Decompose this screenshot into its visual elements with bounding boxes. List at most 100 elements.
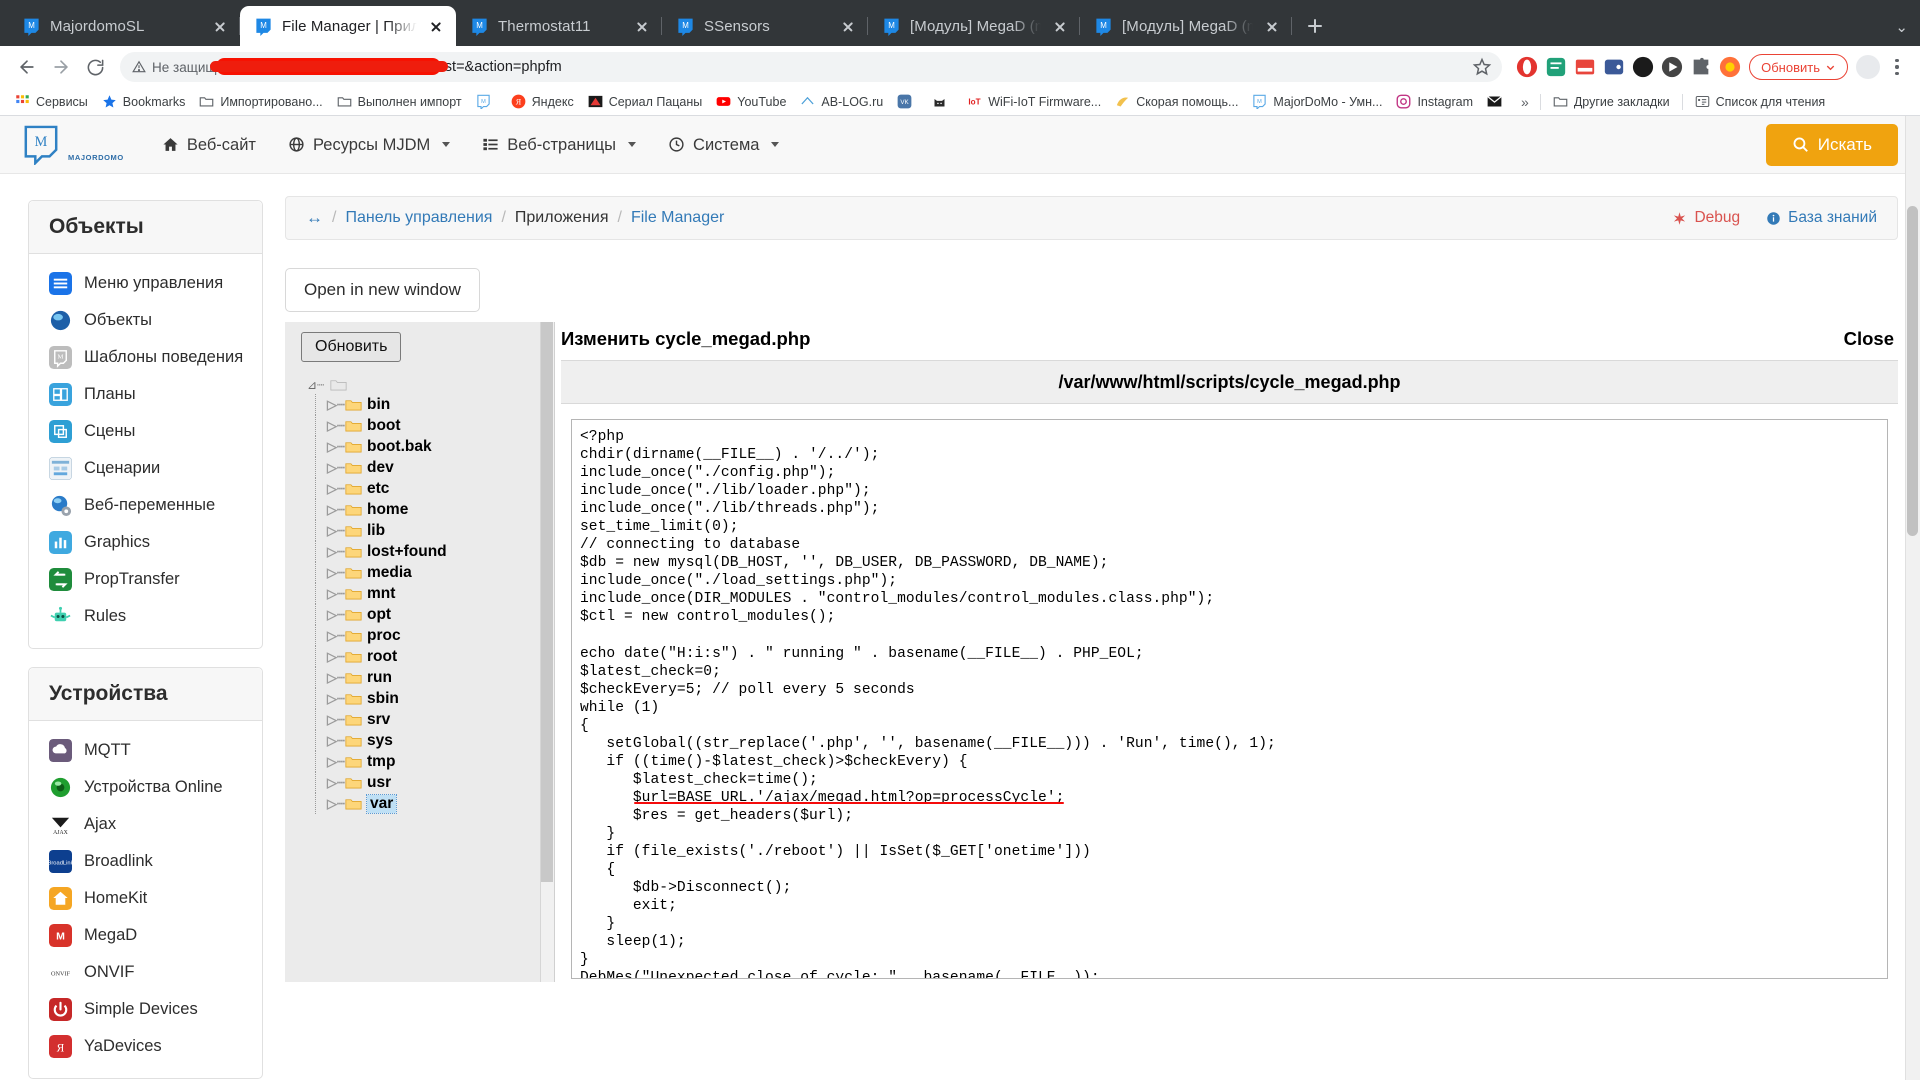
sidebar-item-simple-devices[interactable]: Simple Devices: [29, 991, 262, 1028]
sidebar-item-onvif[interactable]: ONVIF ONVIF: [29, 954, 262, 991]
tree-scrollbar-thumb[interactable]: [541, 322, 553, 882]
search-button[interactable]: Искать: [1766, 124, 1898, 166]
opera-extension-icon[interactable]: [1516, 56, 1538, 78]
sidebar-item-scripts[interactable]: Сценарии: [29, 450, 262, 487]
sidebar-item-homekit[interactable]: HomeKit: [29, 880, 262, 917]
tree-expander-icon[interactable]: ▷┈: [327, 481, 340, 497]
bookmark-bookmarks[interactable]: Bookmarks: [95, 92, 193, 111]
tree-item-root[interactable]: ▷┈root: [299, 646, 554, 667]
app-logo[interactable]: M MAJORDOMO: [22, 125, 124, 165]
tree-expander-icon[interactable]: ▷┈: [327, 670, 340, 686]
close-icon[interactable]: [1262, 16, 1282, 36]
tree-item-media[interactable]: ▷┈media: [299, 562, 554, 583]
sidebar-item-plans[interactable]: Планы: [29, 376, 262, 413]
tree-item-mnt[interactable]: ▷┈mnt: [299, 583, 554, 604]
wallet-extension-icon[interactable]: [1603, 56, 1625, 78]
close-icon[interactable]: [838, 16, 858, 36]
tree-expander-icon[interactable]: ▷┈: [327, 460, 340, 476]
sidebar-item-megad[interactable]: M MegaD: [29, 917, 262, 954]
tree-item-boot[interactable]: ▷┈boot: [299, 415, 554, 436]
sidebar-item-objects[interactable]: Объекты: [29, 302, 262, 339]
tree-expander-icon[interactable]: ▷┈: [327, 544, 340, 560]
tree-expander-icon[interactable]: ▷┈: [327, 712, 340, 728]
tree-item-bin[interactable]: ▷┈bin: [299, 394, 554, 415]
chrome-menu-icon[interactable]: [1884, 59, 1910, 75]
bookmarks-overflow-button[interactable]: »: [1515, 92, 1535, 112]
tree-expander-icon[interactable]: ▷┈: [327, 691, 340, 707]
sidebar-item-control-menu[interactable]: Меню управления: [29, 265, 262, 302]
nav-item-resources[interactable]: Ресурсы MJDM: [272, 116, 466, 174]
sidebar-item-ajax[interactable]: AJAX Ajax: [29, 806, 262, 843]
page-scrollbar[interactable]: [1905, 116, 1920, 1080]
tree-item-proc[interactable]: ▷┈proc: [299, 625, 554, 646]
close-icon[interactable]: [1050, 16, 1070, 36]
bookmark-imported[interactable]: Импортировано...: [192, 92, 329, 111]
nav-item-webpages[interactable]: Веб-страницы: [466, 116, 652, 174]
back-icon[interactable]: [10, 50, 44, 84]
tree-expander-icon[interactable]: ▷┈: [327, 565, 340, 581]
tree-expander-icon[interactable]: ▷┈: [327, 607, 340, 623]
tree-expander-icon[interactable]: ▷┈: [327, 502, 340, 518]
bookmark-apps[interactable]: Сервисы: [8, 92, 95, 111]
new-tab-button[interactable]: [1298, 9, 1332, 43]
window-controls[interactable]: ⌄: [1895, 18, 1908, 36]
refresh-button[interactable]: Обновить: [301, 332, 401, 362]
sidebar-item-behavior-templates[interactable]: M Шаблоны поведения: [29, 339, 262, 376]
bookmark-serial[interactable]: Сериал Пацаны: [581, 92, 710, 111]
address-bar[interactable]: Не защищено dmin.php?pd=&md=panel&inst=&…: [120, 52, 1502, 82]
close-icon[interactable]: [210, 16, 230, 36]
code-content[interactable]: <?php chdir(dirname(__FILE__) . '/../');…: [572, 420, 1887, 979]
bookmark-star-icon[interactable]: [1472, 57, 1492, 77]
sidebar-item-rules[interactable]: Rules: [29, 598, 262, 635]
sidebar-item-proptransfer[interactable]: PropTransfer: [29, 561, 262, 598]
forward-icon[interactable]: [44, 50, 78, 84]
bookmark-youtube[interactable]: YouTube: [709, 92, 793, 111]
bookmark-ablog[interactable]: AB-LOG.ru: [793, 92, 890, 111]
bookmark-ambulance[interactable]: Скорая помощь...: [1108, 92, 1245, 111]
bookmark-instagram[interactable]: Instagram: [1389, 92, 1480, 111]
coupon-extension-icon[interactable]: [1574, 56, 1596, 78]
close-icon[interactable]: [426, 16, 446, 36]
tree-item-lib[interactable]: ▷┈lib: [299, 520, 554, 541]
breadcrumb-item-dashboard[interactable]: Панель управления: [345, 209, 492, 227]
tree-item-lost-found[interactable]: ▷┈lost+found: [299, 541, 554, 562]
tree-scrollbar[interactable]: [540, 322, 554, 982]
sidebar-item-devices-online[interactable]: Устройства Online: [29, 769, 262, 806]
tree-item-etc[interactable]: ▷┈etc: [299, 478, 554, 499]
reload-icon[interactable]: [78, 50, 112, 84]
breadcrumb-item-filemanager[interactable]: File Manager: [631, 209, 724, 227]
sidebar-item-graphics[interactable]: Graphics: [29, 524, 262, 561]
tree-expander-icon[interactable]: ▷┈: [327, 439, 340, 455]
browser-tab-2[interactable]: M Thermostat11: [456, 6, 662, 46]
page-scrollbar-thumb[interactable]: [1907, 206, 1918, 536]
tree-item-run[interactable]: ▷┈run: [299, 667, 554, 688]
breadcrumb-item-apps[interactable]: Приложения: [515, 209, 609, 227]
bookmark-vk[interactable]: VK: [890, 92, 925, 111]
tree-expander-icon[interactable]: ▷┈: [327, 649, 340, 665]
update-button[interactable]: Обновить: [1749, 54, 1848, 80]
puzzle-extension-icon[interactable]: [1690, 56, 1712, 78]
tree-expander-icon[interactable]: ▷┈: [327, 754, 340, 770]
firefox-extension-icon[interactable]: [1719, 56, 1741, 78]
tree-expander-icon[interactable]: ▷┈: [327, 628, 340, 644]
bookmark-wifi-iot[interactable]: IoT WiFi-IoT Firmware...: [960, 92, 1108, 111]
arrows-horizontal-icon[interactable]: ↔: [306, 208, 323, 228]
tree-item-home[interactable]: ▷┈home: [299, 499, 554, 520]
bookmark-majordomo-1[interactable]: M: [469, 92, 504, 111]
code-editor[interactable]: <?php chdir(dirname(__FILE__) . '/../');…: [571, 419, 1888, 979]
bookmark-yandex[interactable]: Я Яндекс: [504, 92, 581, 111]
tree-item-usr[interactable]: ▷┈usr: [299, 772, 554, 793]
reading-list-button[interactable]: Список для чтения: [1688, 92, 1833, 111]
tree-item-opt[interactable]: ▷┈opt: [299, 604, 554, 625]
browser-tab-5[interactable]: M [Модуль] MegaD (megad) - Ст: [1080, 6, 1292, 46]
browser-tab-1[interactable]: M File Manager | Приложения | П: [240, 6, 456, 46]
tree-item-boot-bak[interactable]: ▷┈boot.bak: [299, 436, 554, 457]
nav-item-website[interactable]: Веб-сайт: [146, 116, 272, 174]
close-icon[interactable]: [632, 16, 652, 36]
sidebar-item-yadevices[interactable]: Я YaDevices: [29, 1028, 262, 1065]
close-editor-button[interactable]: Close: [1844, 328, 1898, 350]
tree-item-srv[interactable]: ▷┈srv: [299, 709, 554, 730]
play-extension-icon[interactable]: [1661, 56, 1683, 78]
tree-expander-icon[interactable]: ▷┈: [327, 586, 340, 602]
bookmark-cat[interactable]: [925, 92, 960, 111]
